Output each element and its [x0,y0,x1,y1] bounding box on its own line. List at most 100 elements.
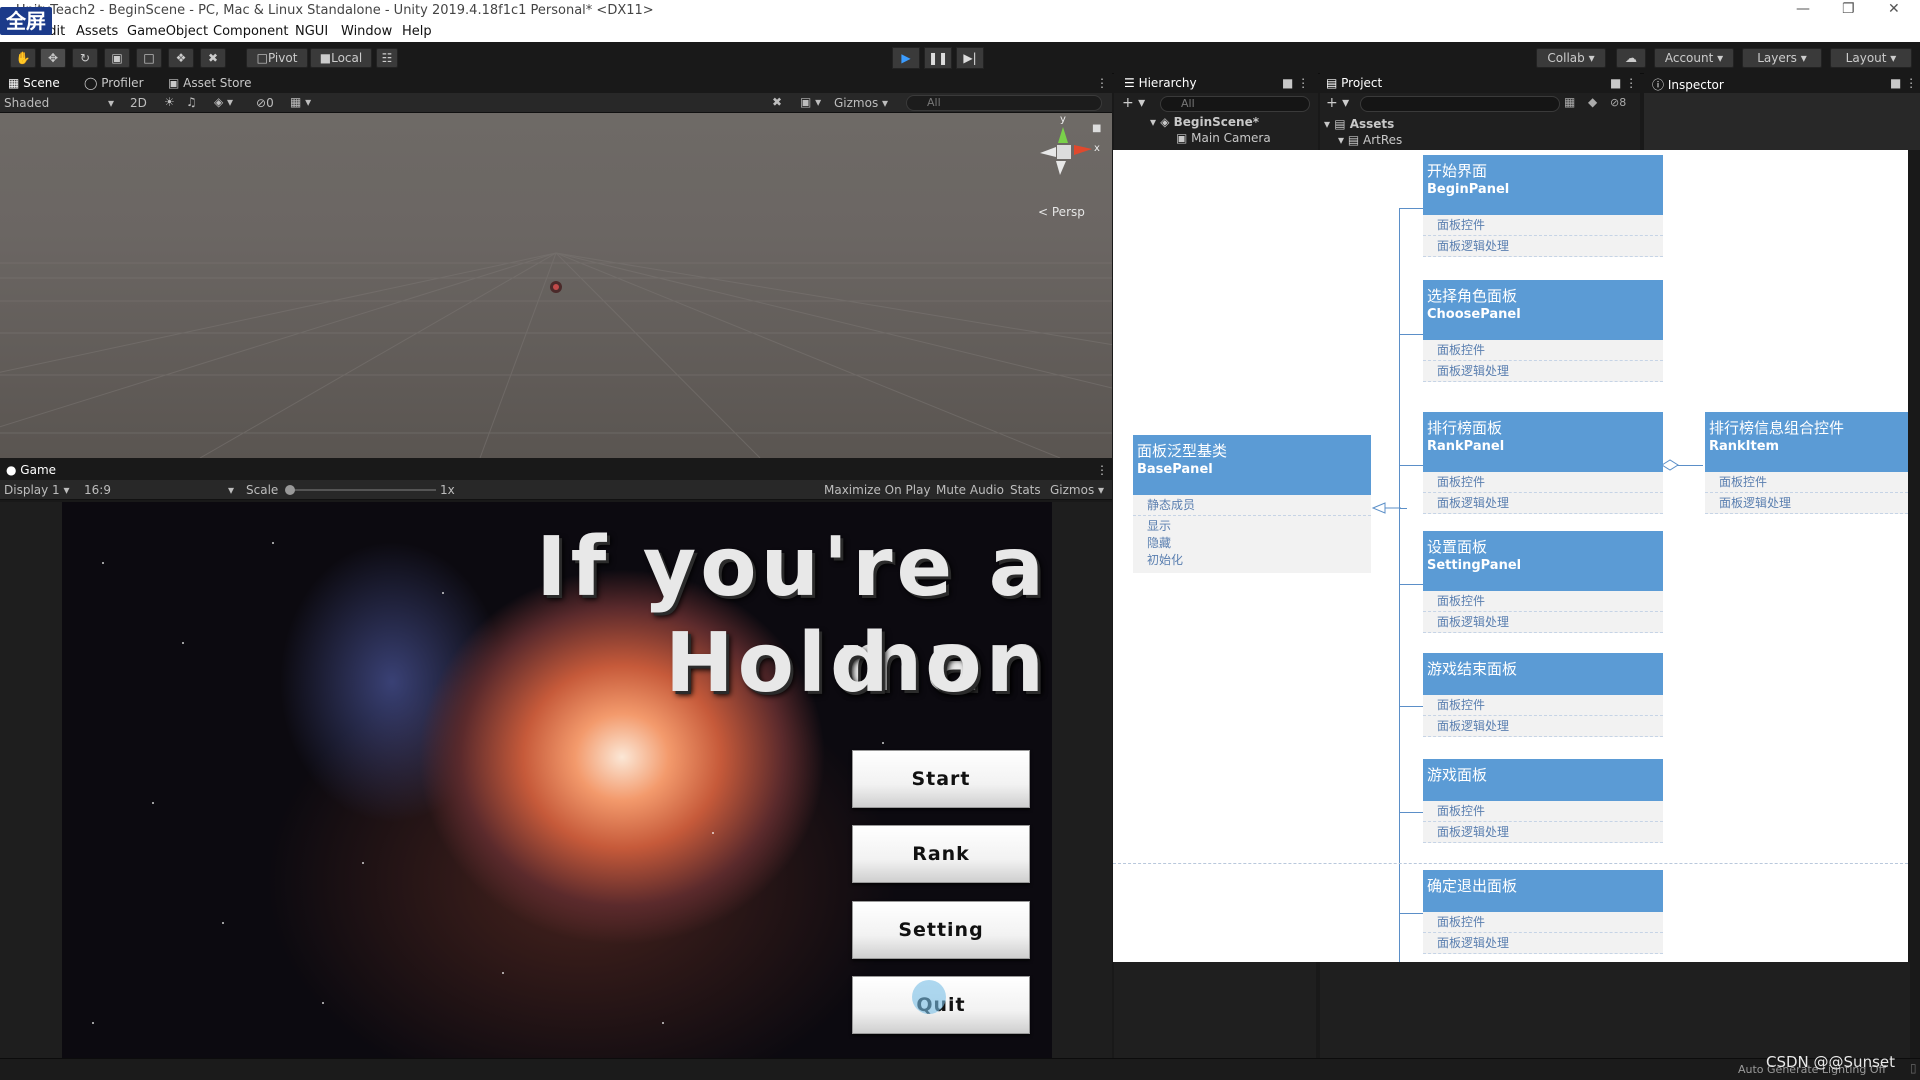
account-dropdown[interactable]: Account ▾ [1654,48,1734,68]
project-search-input[interactable] [1360,96,1560,112]
project-folder-label: ArtRes [1363,133,1403,147]
window-title: UnityTeach2 - BeginScene - PC, Mac & Lin… [16,3,654,18]
persp-toggle[interactable]: < Persp [1038,205,1085,219]
hierarchy-search-input[interactable]: All [1160,96,1310,112]
play-button[interactable]: ▶ [892,47,920,69]
restore-icon[interactable]: ❐ [1842,1,1855,17]
pause-button[interactable]: ❚❚ [924,47,952,69]
hierarchy-item[interactable]: ▣ Main Camera [1176,131,1271,145]
scene-menu-icon[interactable]: ⋮ [1096,76,1108,90]
custom-tool-icon[interactable]: ✖ [200,48,226,68]
setting-button[interactable]: Setting [852,901,1030,959]
grid-icon[interactable]: ▦ ▾ [290,95,311,109]
menu-window[interactable]: Window [341,24,392,39]
menu-component[interactable]: Component [213,24,288,39]
scale-tool-icon[interactable]: ▣ [104,48,130,68]
hierarchy-add-icon[interactable]: + ▾ [1122,95,1145,111]
toggle-2d[interactable]: 2D [130,96,147,110]
menu-ngui[interactable]: NGUI [295,24,328,39]
display-dropdown[interactable]: Display 1 ▾ [4,483,70,497]
cloud-icon[interactable]: ☁ [1616,48,1646,68]
menu-gameobject[interactable]: GameObject [127,24,208,39]
tab-scene[interactable]: ▦ Scene [8,76,60,90]
maximize-on-play-toggle[interactable]: Maximize On Play [824,483,931,497]
filter-type-icon[interactable]: ▦ [1564,95,1575,109]
collab-dropdown[interactable]: Collab ▾ [1536,48,1606,68]
effects-icon[interactable]: ◈ ▾ [214,95,233,109]
project-root-folder[interactable]: ▾ ▤ Assets [1324,117,1394,131]
game-gizmos-dropdown[interactable]: Gizmos ▾ [1050,483,1104,497]
snap-icon[interactable]: ☷ [376,48,398,68]
rank-button[interactable]: Rank [852,825,1030,883]
layers-label: Layers [1757,51,1797,65]
minimize-icon[interactable]: — [1796,1,1810,17]
scale-slider[interactable] [285,485,436,495]
game-menu-icon[interactable]: ⋮ [1096,463,1108,477]
close-icon[interactable]: ✕ [1888,1,1900,17]
project-hidden-icon[interactable]: ⊘8 [1610,96,1626,109]
hierarchy-scene-name: BeginScene* [1173,115,1259,129]
stats-toggle[interactable]: Stats [1010,483,1041,497]
tab-asset-store[interactable]: ▣ Asset Store [168,76,252,90]
menu-help[interactable]: Help [402,24,432,39]
tools-icon[interactable]: ✖ [772,95,782,109]
tab-inspector-label: Inspector [1667,78,1724,92]
scale-slider-handle[interactable] [285,485,295,495]
tab-scene-label: Scene [23,76,60,90]
scene-controlbar: Shaded ▾ 2D ☀ ♫ ◈ ▾ ⊘0 ▦ ▾ ✖ ▣ ▾ Gizmos ▾… [0,93,1112,113]
game-canvas[interactable]: If you're a man Hold on Start Rank Setti… [62,502,1052,1058]
tab-hierarchy[interactable]: ☰ Hierarchy [1124,76,1197,90]
scale-value: 1x [440,483,455,497]
tab-profiler[interactable]: ◯ Profiler [84,76,144,90]
orientation-gizmo[interactable]: y x [1030,114,1100,187]
gizmos-dropdown[interactable]: Gizmos ▾ [834,96,888,110]
audio-icon[interactable]: ♫ [186,95,197,109]
tab-asset-store-label: Asset Store [183,76,252,90]
branch-line [1399,706,1423,707]
base-panel-header: 面板泛型基类 BasePanel [1133,435,1371,495]
panel-row: 面板控件 [1423,472,1663,493]
project-add-icon[interactable]: + ▾ [1326,95,1349,111]
tab-inspector[interactable]: ⓘ Inspector [1652,76,1724,93]
rotate-tool-icon[interactable]: ↻ [72,48,98,68]
panel-card: 设置面板 SettingPanel 面板控件 面板逻辑处理 [1423,531,1663,633]
hierarchy-panel: + ▾ All ▾ ◈ BeginScene* ▣ Main Camera [1114,93,1318,150]
hierarchy-scene-row[interactable]: ▾ ◈ BeginScene* [1150,115,1310,129]
panel-row: 面板逻辑处理 [1423,612,1663,633]
filter-label-icon[interactable]: ◆ [1588,95,1597,109]
hidden-objects-icon[interactable]: ⊘0 [256,96,274,110]
menu-assets[interactable]: Assets [76,24,118,39]
project-folder[interactable]: ▾ ▤ ArtRes [1338,133,1402,147]
status-bar: Auto Generate Lighting Off CSDN @@Sunset… [0,1053,1920,1080]
lighting-icon[interactable]: ☀ [164,95,175,109]
mute-audio-toggle[interactable]: Mute Audio [936,483,1004,497]
inspector-lock-icon[interactable]: ■ ⋮ [1890,76,1917,90]
inspector-tabbar: ⓘ Inspector ■ ⋮ [1644,73,1920,93]
hand-tool-icon[interactable]: ✋ [10,48,36,68]
project-lock-icon[interactable]: ■ ⋮ [1610,76,1637,90]
step-button[interactable]: ▶| [956,47,984,69]
scene-viewport[interactable]: y x ■ < Persp [0,113,1112,458]
start-button[interactable]: Start [852,750,1030,808]
layers-dropdown[interactable]: Layers ▾ [1742,48,1822,68]
camera-icon[interactable]: ▣ ▾ [800,95,821,109]
tab-game[interactable]: ● Game [6,463,56,477]
tab-project[interactable]: ▤ Project [1326,76,1382,90]
panel-row: 面板逻辑处理 [1423,716,1663,737]
transform-tool-icon[interactable]: ❖ [168,48,194,68]
aspect-dropdown[interactable]: 16:9 ▾ [84,483,236,497]
rank-item-card: 排行榜信息组合控件 RankItem 面板控件 面板逻辑处理 [1705,412,1908,514]
local-toggle[interactable]: ■Local [310,48,372,68]
pivot-toggle[interactable]: □Pivot [246,48,308,68]
rect-tool-icon[interactable]: □ [136,48,162,68]
panel-card: 游戏面板 面板控件 面板逻辑处理 [1423,759,1663,843]
layout-dropdown[interactable]: Layout ▾ [1830,48,1912,68]
shading-dropdown[interactable]: Shaded ▾ [4,96,116,110]
persp-label: Persp [1051,205,1085,219]
move-tool-icon[interactable]: ✥ [40,48,66,68]
lock-icon[interactable]: ■ [1092,123,1101,134]
method-hide: 隐藏 [1147,536,1172,550]
scene-search-input[interactable]: All [906,95,1102,111]
hierarchy-lock-icon[interactable]: ■ ⋮ [1282,76,1309,90]
panel-en: SettingPanel [1427,558,1522,573]
